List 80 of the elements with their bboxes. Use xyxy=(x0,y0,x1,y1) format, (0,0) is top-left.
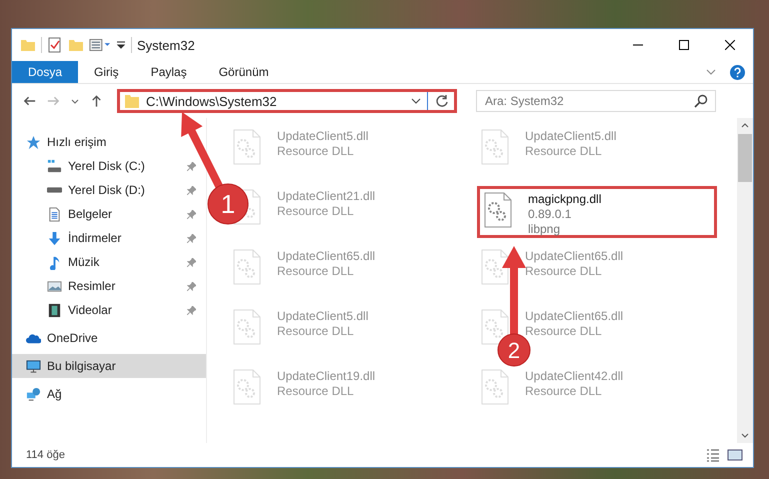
step-number: 2 xyxy=(508,338,520,363)
nav-item[interactable]: İndirmeler xyxy=(12,226,206,250)
minimize-icon xyxy=(633,44,643,46)
search-icon[interactable] xyxy=(693,93,709,109)
nav-item[interactable]: Resimler xyxy=(12,274,206,298)
search-box[interactable]: Ara: System32 xyxy=(476,90,716,112)
customize-toolbar-icon[interactable] xyxy=(89,37,111,53)
ribbon-tab[interactable]: Giriş xyxy=(78,61,135,83)
file-name: UpdateClient42.dll xyxy=(525,369,624,384)
file-detail: 0.89.0.1 xyxy=(528,207,572,222)
ribbon-tab[interactable]: Dosya xyxy=(12,61,78,83)
step-marker xyxy=(498,334,530,366)
nav-item[interactable]: Bu bilgisayar xyxy=(12,354,206,378)
document-icon xyxy=(47,206,62,222)
pin-icon[interactable] xyxy=(187,258,196,266)
file-detail: Resource DLL xyxy=(277,384,355,399)
pin-icon[interactable] xyxy=(187,234,196,242)
drive-icon xyxy=(47,158,62,174)
pin-icon[interactable] xyxy=(187,186,196,194)
dropdown-icon[interactable] xyxy=(411,96,421,106)
file-detail: Resource DLL xyxy=(525,324,603,339)
scrollbar[interactable] xyxy=(737,118,753,443)
nav-item[interactable]: Belgeler xyxy=(12,202,206,226)
large-icons-view-icon[interactable] xyxy=(727,447,743,463)
close-icon xyxy=(725,40,735,50)
file-name: UpdateClient5.dll xyxy=(525,129,616,144)
star-icon xyxy=(26,134,41,150)
file-detail: Resource DLL xyxy=(277,204,355,219)
pin-icon[interactable] xyxy=(187,210,196,218)
gear-file-icon[interactable] xyxy=(484,192,512,228)
step-number: 1 xyxy=(220,189,236,219)
folder-icon xyxy=(124,93,140,109)
ribbon-tab[interactable]: Paylaş xyxy=(134,61,203,83)
ribbon-tab[interactable]: Görünüm xyxy=(202,61,285,83)
file-detail: Resource DLL xyxy=(525,384,603,399)
dropdown-icon[interactable] xyxy=(116,40,126,50)
maximize-icon xyxy=(679,40,689,50)
nav-item[interactable]: OneDrive xyxy=(12,326,206,350)
file-name: UpdateClient5.dll xyxy=(277,129,368,144)
download-icon xyxy=(47,230,62,246)
file-name: UpdateClient65.dll xyxy=(525,309,624,324)
file-name: UpdateClient21.dll xyxy=(277,189,376,204)
file-detail: Resource DLL xyxy=(525,264,603,279)
refresh-icon[interactable] xyxy=(434,93,450,109)
computer-icon xyxy=(26,358,41,374)
pin-icon[interactable] xyxy=(187,162,196,170)
nav-item[interactable]: Yerel Disk (C:) xyxy=(12,154,206,178)
scroll-thumb[interactable] xyxy=(738,134,752,182)
file-detail: Resource DLL xyxy=(525,144,603,159)
pin-icon[interactable] xyxy=(187,306,196,314)
music-note-icon xyxy=(47,254,62,270)
new-folder-icon[interactable] xyxy=(68,37,84,53)
nav-item[interactable]: Müzik xyxy=(12,250,206,274)
file-name: magickpng.dll xyxy=(528,192,602,207)
help-icon[interactable] xyxy=(730,64,745,80)
nav-item[interactable]: Ağ xyxy=(12,382,206,406)
network-icon xyxy=(26,386,41,402)
nav-item[interactable]: Yerel Disk (D:) xyxy=(12,178,206,202)
nav-item[interactable]: Videolar xyxy=(12,298,206,322)
file-name: UpdateClient65.dll xyxy=(525,249,624,264)
file-detail: Resource DLL xyxy=(277,144,355,159)
drive-icon xyxy=(47,187,62,193)
item-count: 114 öğe xyxy=(26,449,65,461)
folder-icon[interactable] xyxy=(20,37,36,53)
pin-icon[interactable] xyxy=(187,282,196,290)
file-name: UpdateClient65.dll xyxy=(277,249,376,264)
chevron-icon[interactable] xyxy=(706,67,716,77)
window-title: System32 xyxy=(137,38,195,52)
picture-icon xyxy=(47,278,62,294)
nav-item[interactable]: Hızlı erişim xyxy=(12,130,206,154)
details-view-icon[interactable] xyxy=(705,447,721,463)
properties-icon[interactable] xyxy=(47,37,63,53)
address-field[interactable]: C:\Windows\System32 xyxy=(117,89,457,113)
film-icon xyxy=(47,302,62,318)
file-name: UpdateClient19.dll xyxy=(277,369,376,384)
step-marker xyxy=(208,184,248,224)
file-name: UpdateClient5.dll xyxy=(277,309,368,324)
file-detail: libpng xyxy=(528,222,562,237)
file-detail: Resource DLL xyxy=(277,324,355,339)
file-detail: Resource DLL xyxy=(277,264,355,279)
